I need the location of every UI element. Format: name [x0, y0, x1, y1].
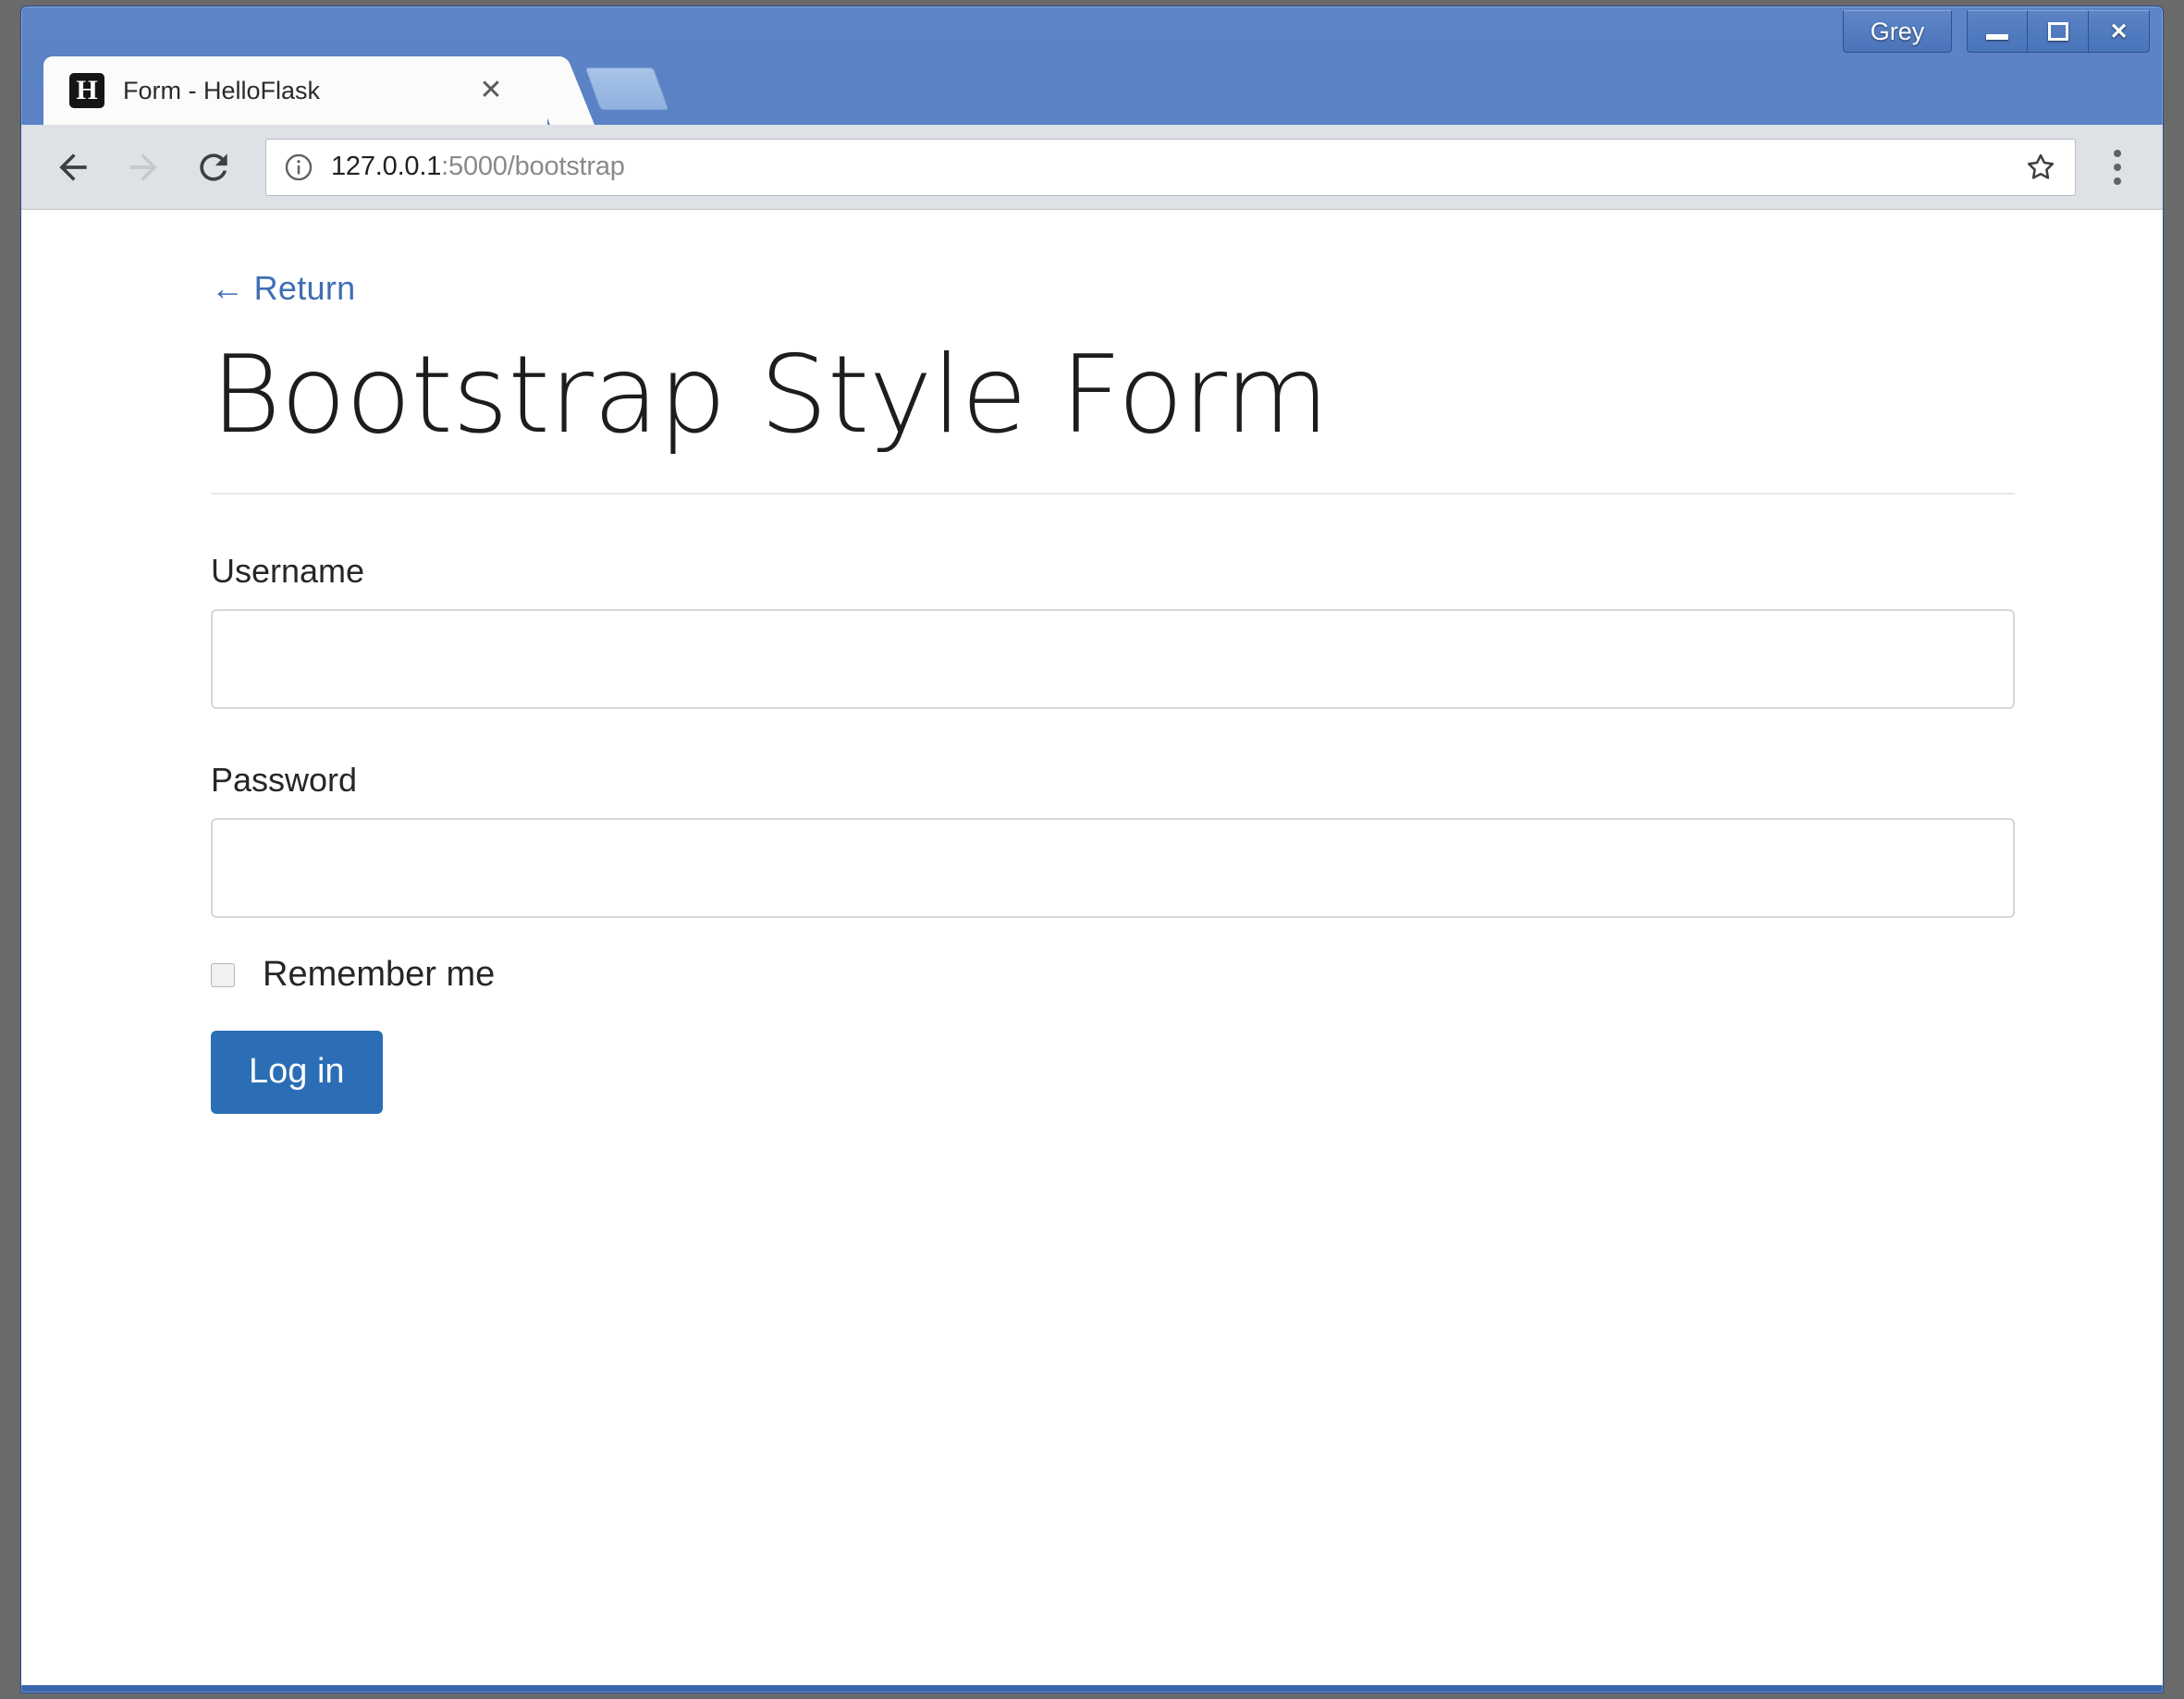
- return-link[interactable]: ← Return: [211, 269, 355, 308]
- password-label: Password: [211, 760, 358, 799]
- browser-tab[interactable]: H Form - HelloFlask ✕: [43, 56, 547, 125]
- username-label: Username: [211, 551, 365, 590]
- tab-close-icon[interactable]: ✕: [473, 73, 509, 108]
- url-text: 127.0.0.1:5000/bootstrap: [331, 152, 625, 182]
- login-form: Username Password Remember me Log in: [211, 552, 2015, 1114]
- browser-menu-button[interactable]: [2089, 135, 2146, 200]
- remember-me-label: Remember me: [263, 954, 496, 994]
- three-dot-menu-icon-3: [2114, 177, 2121, 185]
- window-controls: Grey ✕: [1843, 10, 2150, 53]
- login-button[interactable]: Log in: [211, 1030, 383, 1114]
- minimize-icon: [1968, 11, 2027, 52]
- page-title: Bootstrap Style Form: [211, 333, 1330, 458]
- close-button[interactable]: ✕: [2089, 10, 2150, 53]
- new-tab-button[interactable]: [584, 67, 669, 110]
- back-button[interactable]: [38, 132, 108, 202]
- favicon-icon: H: [69, 73, 104, 108]
- page-content: ← Return Bootstrap Style Form Username P…: [21, 210, 2163, 1114]
- three-dot-menu-icon-2: [2114, 163, 2121, 171]
- tab-strip: H Form - HelloFlask ✕: [21, 56, 2163, 125]
- forward-arrow-icon: [129, 153, 157, 181]
- title-divider: [211, 492, 2015, 495]
- remember-me-group[interactable]: Remember me: [211, 957, 2015, 992]
- url-path: :5000/bootstrap: [441, 152, 625, 181]
- browser-window: Grey ✕ H Form - HelloFlask ✕ 127.0.0.1:5…: [20, 6, 2164, 1693]
- forward-button: [108, 132, 178, 202]
- window-button-group: ✕: [1967, 10, 2150, 53]
- url-host: 127.0.0.1: [331, 152, 442, 181]
- remember-me-checkbox[interactable]: [211, 962, 235, 987]
- bookmark-star-icon[interactable]: [2019, 146, 2062, 189]
- page-info-icon[interactable]: [283, 152, 314, 183]
- three-dot-menu-icon: [2114, 149, 2121, 157]
- tab-title: Form - HelloFlask: [123, 76, 321, 104]
- reload-icon: [200, 153, 227, 181]
- minimize-button[interactable]: [1967, 10, 2028, 53]
- address-bar[interactable]: 127.0.0.1:5000/bootstrap: [265, 138, 2076, 196]
- content-container: ← Return Bootstrap Style Form Username P…: [211, 269, 2015, 1114]
- maximize-icon: [2028, 11, 2088, 52]
- page-viewport: ← Return Bootstrap Style Form Username P…: [21, 210, 2163, 1685]
- back-arrow-icon: [59, 153, 87, 181]
- title-bar: Grey ✕ H Form - HelloFlask ✕: [21, 6, 2163, 125]
- browser-toolbar: 127.0.0.1:5000/bootstrap: [21, 125, 2163, 210]
- username-input[interactable]: [211, 608, 2015, 709]
- maximize-button[interactable]: [2028, 10, 2089, 53]
- reload-button[interactable]: [178, 132, 249, 202]
- profile-button[interactable]: Grey: [1843, 10, 1952, 53]
- username-form-group: Username: [211, 552, 2015, 709]
- password-form-group: Password: [211, 761, 2015, 918]
- close-icon: ✕: [2109, 18, 2129, 44]
- password-input[interactable]: [211, 817, 2015, 918]
